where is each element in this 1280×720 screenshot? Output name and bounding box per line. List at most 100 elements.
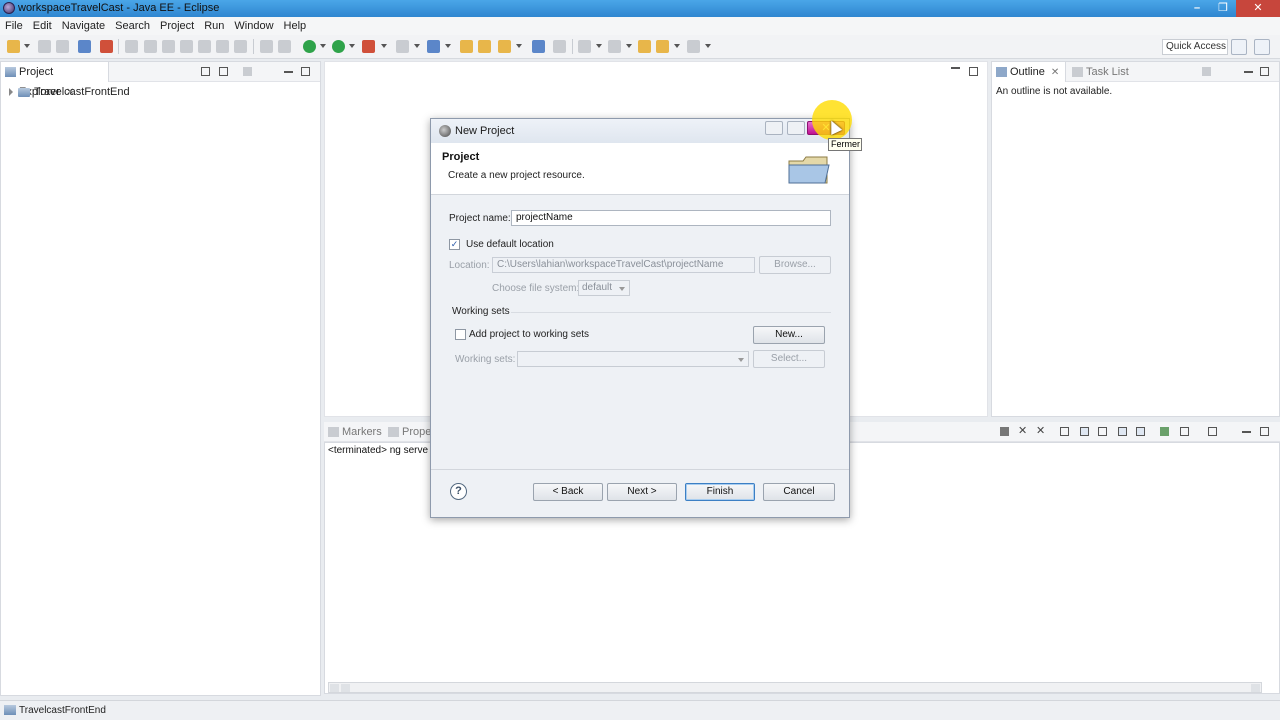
dialog-maximize-button[interactable] bbox=[787, 121, 805, 135]
collapse-all-icon[interactable] bbox=[201, 67, 210, 76]
clear-console-icon[interactable] bbox=[1060, 427, 1069, 436]
back-button[interactable]: < Back bbox=[533, 483, 603, 501]
display-console-icon[interactable] bbox=[1180, 427, 1189, 436]
menu-window[interactable]: Window bbox=[234, 20, 273, 32]
remove-launch-icon[interactable]: ✕ bbox=[1018, 426, 1027, 437]
minimize-view-icon[interactable] bbox=[284, 71, 293, 73]
suspend-icon[interactable] bbox=[144, 40, 157, 53]
last-edit-icon[interactable] bbox=[638, 40, 651, 53]
run-icon[interactable] bbox=[332, 40, 345, 53]
show-on-stdout-icon[interactable] bbox=[1118, 427, 1127, 436]
disconnect-icon[interactable] bbox=[180, 40, 193, 53]
dialog-banner: Project Create a new project resource. bbox=[431, 143, 849, 195]
java-ee-perspective-icon[interactable] bbox=[1254, 39, 1270, 55]
browse-button[interactable]: Browse... bbox=[759, 256, 831, 274]
help-icon[interactable]: ? bbox=[450, 483, 467, 500]
save-all-icon[interactable] bbox=[56, 40, 69, 53]
forward-icon[interactable] bbox=[687, 40, 700, 53]
menu-edit[interactable]: Edit bbox=[33, 20, 52, 32]
project-name-field[interactable]: projectName bbox=[511, 210, 831, 226]
console-horizontal-scrollbar[interactable] bbox=[328, 682, 1262, 693]
scroll-left-icon[interactable] bbox=[330, 684, 339, 692]
menu-help[interactable]: Help bbox=[284, 20, 307, 32]
step-return-icon[interactable] bbox=[234, 40, 247, 53]
terminal-icon[interactable] bbox=[78, 40, 91, 53]
pin-console-icon[interactable] bbox=[1160, 427, 1169, 436]
new-dropdown-icon[interactable] bbox=[24, 44, 30, 48]
menu-file[interactable]: File bbox=[5, 20, 23, 32]
focus-icon[interactable] bbox=[1202, 67, 1211, 76]
cancel-button[interactable]: Cancel bbox=[763, 483, 835, 501]
location-field[interactable]: C:\Users\lahian\workspaceTravelCast\proj… bbox=[492, 257, 755, 273]
editor-minimize-icon[interactable] bbox=[951, 67, 960, 69]
minimize-view-icon[interactable] bbox=[1242, 431, 1251, 433]
tab-properties[interactable]: Proper bbox=[384, 422, 435, 442]
outline-panel: Outline ✕ Task List An outline is not ava… bbox=[991, 61, 1280, 417]
new-server-icon[interactable] bbox=[396, 40, 409, 53]
new-wizard-icon[interactable] bbox=[7, 40, 20, 53]
maximize-view-icon[interactable] bbox=[1260, 427, 1269, 436]
tab-project-explorer[interactable]: Project Explorer ✕ bbox=[1, 62, 109, 98]
close-window-button[interactable]: ✕ bbox=[1236, 0, 1280, 17]
minimize-view-icon[interactable] bbox=[1244, 71, 1253, 73]
menu-run[interactable]: Run bbox=[204, 20, 224, 32]
menu-project[interactable]: Project bbox=[160, 20, 194, 32]
add-to-working-sets-checkbox[interactable] bbox=[455, 329, 466, 340]
skip-breakpoints-icon[interactable] bbox=[100, 40, 113, 53]
menu-navigate[interactable]: Navigate bbox=[62, 20, 105, 32]
scroll-lock-icon[interactable] bbox=[1080, 427, 1089, 436]
dialog-minimize-button[interactable] bbox=[765, 121, 783, 135]
tab-outline[interactable]: Outline ✕ bbox=[992, 62, 1066, 82]
close-tab-icon[interactable]: ✕ bbox=[1051, 67, 1059, 78]
step-into-icon[interactable] bbox=[198, 40, 211, 53]
scroll-thumb[interactable] bbox=[341, 684, 350, 692]
markers-icon bbox=[328, 427, 339, 437]
view-menu-icon[interactable] bbox=[243, 67, 252, 76]
next-button[interactable]: Next > bbox=[607, 483, 677, 501]
debug-icon[interactable] bbox=[303, 40, 316, 53]
link-editor-icon[interactable] bbox=[219, 67, 228, 76]
terminate-icon[interactable] bbox=[162, 40, 175, 53]
working-sets-select[interactable] bbox=[517, 351, 749, 367]
maximize-view-icon[interactable] bbox=[301, 67, 310, 76]
open-type-icon[interactable] bbox=[460, 40, 473, 53]
show-on-stderr-icon[interactable] bbox=[1136, 427, 1145, 436]
select-working-sets-button[interactable]: Select... bbox=[753, 350, 825, 368]
expand-twisty-icon[interactable] bbox=[9, 88, 13, 97]
finish-button[interactable]: Finish bbox=[685, 483, 755, 501]
debug-view-icon[interactable] bbox=[278, 40, 291, 53]
perspective-icon[interactable] bbox=[1231, 39, 1247, 55]
restore-window-button[interactable]: ❐ bbox=[1210, 0, 1236, 17]
use-default-location-checkbox[interactable]: ✓ bbox=[449, 239, 460, 250]
external-tools-icon[interactable] bbox=[362, 40, 375, 53]
open-resource-icon[interactable] bbox=[478, 40, 491, 53]
save-icon[interactable] bbox=[38, 40, 51, 53]
wizard-page-title: Project bbox=[442, 151, 480, 163]
remove-all-launches-icon[interactable]: ✕ bbox=[1036, 426, 1045, 437]
globe-icon[interactable] bbox=[532, 40, 545, 53]
new-working-set-button[interactable]: New... bbox=[753, 326, 825, 344]
open-console-icon[interactable] bbox=[1208, 427, 1217, 436]
editor-maximize-icon[interactable] bbox=[969, 67, 978, 76]
chevron-down-icon bbox=[738, 358, 744, 362]
back-icon[interactable] bbox=[656, 40, 669, 53]
file-system-select[interactable]: default bbox=[578, 280, 630, 296]
search-tool-icon[interactable] bbox=[498, 40, 511, 53]
quick-access-field[interactable]: Quick Access bbox=[1162, 39, 1228, 55]
prev-annotation-icon[interactable] bbox=[608, 40, 621, 53]
word-wrap-icon[interactable] bbox=[1098, 427, 1107, 436]
tab-markers[interactable]: Markers bbox=[324, 422, 382, 442]
terminate-console-icon[interactable] bbox=[1000, 427, 1009, 436]
resume-icon[interactable] bbox=[125, 40, 138, 53]
maximize-view-icon[interactable] bbox=[1260, 67, 1269, 76]
annotation-icon[interactable] bbox=[553, 40, 566, 53]
tree-item-project[interactable]: TravelcastFrontEnd bbox=[9, 86, 130, 98]
next-annotation-icon[interactable] bbox=[578, 40, 591, 53]
minimize-window-button[interactable]: – bbox=[1184, 0, 1210, 17]
step-over-icon[interactable] bbox=[216, 40, 229, 53]
scroll-right-icon[interactable] bbox=[1251, 684, 1260, 692]
web-browser-icon[interactable] bbox=[427, 40, 440, 53]
menu-search[interactable]: Search bbox=[115, 20, 150, 32]
open-perspective-icon[interactable] bbox=[260, 40, 273, 53]
tab-task-list[interactable]: Task List bbox=[1068, 62, 1129, 82]
